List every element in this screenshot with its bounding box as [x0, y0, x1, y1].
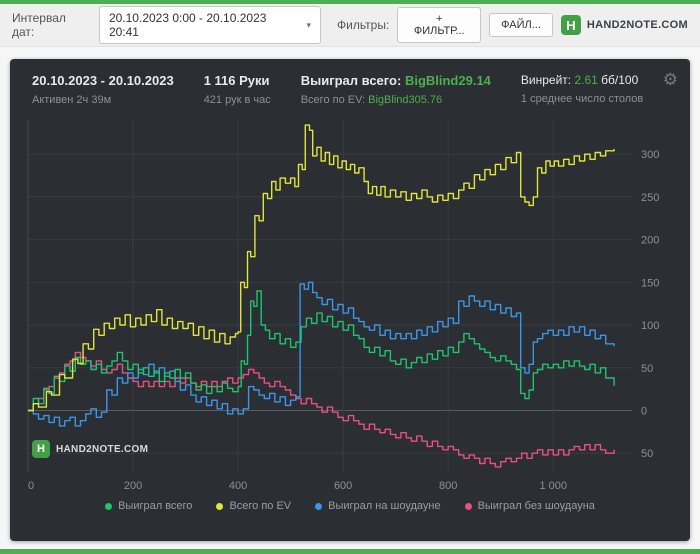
x-axis-tick: 400 [229, 480, 247, 492]
legend-label: Выиграл на шоудауне [328, 500, 441, 512]
y-axis-tick: 100 [641, 320, 659, 332]
stat-hands-count: 1 116 Руки [203, 73, 270, 88]
stats-header: 20.10.2023 - 20.10.2023 Активен 2ч 39м 1… [10, 59, 690, 114]
stat-date-range: 20.10.2023 - 20.10.2023 [32, 73, 174, 88]
y-axis-tick: 0 [641, 405, 647, 417]
x-axis-tick: 800 [439, 480, 457, 492]
y-axis-tick: 200 [641, 235, 659, 247]
file-button[interactable]: ФАЙЛ... [489, 13, 553, 37]
y-axis-tick: 50 [641, 363, 653, 375]
hand2note-logo-icon: H [32, 440, 50, 458]
x-axis-tick: 1 000 [539, 480, 567, 492]
stat-hands-rate: 421 рук в час [203, 94, 271, 106]
ev-total-label: Всего по EV: [300, 94, 366, 106]
legend-dot-icon [105, 502, 113, 510]
y-axis-tick: 300 [641, 149, 659, 161]
won-total-value: BigBlind29.14 [404, 73, 491, 88]
hand2note-logo-icon: H [560, 15, 581, 35]
legend-dot-icon [315, 502, 323, 510]
avg-tables: 1 среднее число столов [520, 93, 644, 105]
winnings-chart[interactable]: 300 250 200 150 100 50 0 50 0 200 400 600 800 1 000 [24, 114, 676, 496]
brand: H HAND2NOTE.COM [560, 15, 688, 35]
toolbar: Интервал дат: 20.10.2023 0:00 - 20.10.20… [0, 4, 700, 47]
chevron-down-icon: ▾ [306, 19, 312, 30]
chart-area: 300 250 200 150 100 50 0 50 0 200 400 600 800 1 000 H… [24, 114, 676, 496]
won-total-label: Выиграл всего: [300, 73, 402, 88]
session-panel: ⚙ 20.10.2023 - 20.10.2023 Активен 2ч 39м… [10, 59, 690, 541]
legend-dot-icon [464, 502, 472, 510]
chart-legend: Выиграл всего Всего по EV Выиграл на шоуда… [10, 496, 690, 512]
legend-item[interactable]: Выиграл всего [105, 500, 192, 512]
brand-text: HAND2NOTE.COM [586, 19, 688, 31]
x-axis-tick: 200 [124, 480, 142, 492]
legend-label: Выиграл без шоудауна [477, 500, 595, 512]
date-range-select[interactable]: 20.10.2023 0:00 - 20.10.2023 20:41 ▾ [98, 6, 322, 44]
series-line [28, 281, 615, 427]
series-line [28, 290, 615, 412]
interval-label: Интервал дат: [12, 11, 66, 39]
y-axis-tick: 150 [641, 277, 659, 289]
stat-winrate: Винрейт: 2.61 бб/100 1 среднее число сто… [521, 73, 643, 105]
watermark-text: HAND2NOTE.COM [56, 443, 149, 455]
legend-label: Выиграл всего [118, 500, 193, 512]
winrate-label: Винрейт: [520, 73, 572, 87]
legend-label: Всего по EV [229, 500, 292, 512]
gear-icon[interactable]: ⚙ [663, 71, 678, 88]
x-axis-tick: 600 [334, 480, 352, 492]
date-range-value: 20.10.2023 0:00 - 20.10.2023 20:41 [108, 11, 267, 39]
y-axis-tick: 250 [641, 192, 659, 204]
winrate-value: 2.61 [574, 73, 598, 87]
x-axis-tick: 0 [28, 480, 34, 492]
legend-item[interactable]: Выиграл на шоудауне [315, 500, 441, 512]
stat-hands: 1 116 Руки 421 рук в час [204, 73, 271, 106]
legend-dot-icon [216, 502, 224, 510]
legend-item[interactable]: Всего по EV [216, 500, 291, 512]
stat-date: 20.10.2023 - 20.10.2023 Активен 2ч 39м [32, 73, 174, 106]
stat-active-time: Активен 2ч 39м [32, 94, 112, 106]
ev-total-value: BigBlind305.76 [368, 94, 443, 106]
watermark: H HAND2NOTE.COM [32, 440, 148, 458]
winrate-unit: бб/100 [601, 73, 639, 87]
filters-label: Фильтры: [337, 18, 390, 32]
stat-winnings: Выиграл всего: BigBlind29.14 Всего по EV… [301, 73, 491, 106]
legend-item[interactable]: Выиграл без шоудауна [464, 500, 595, 512]
y-axis-tick: 50 [641, 448, 653, 460]
window-bottom-border [0, 549, 700, 554]
add-filter-button[interactable]: + ФИЛЬТР... [397, 7, 482, 43]
